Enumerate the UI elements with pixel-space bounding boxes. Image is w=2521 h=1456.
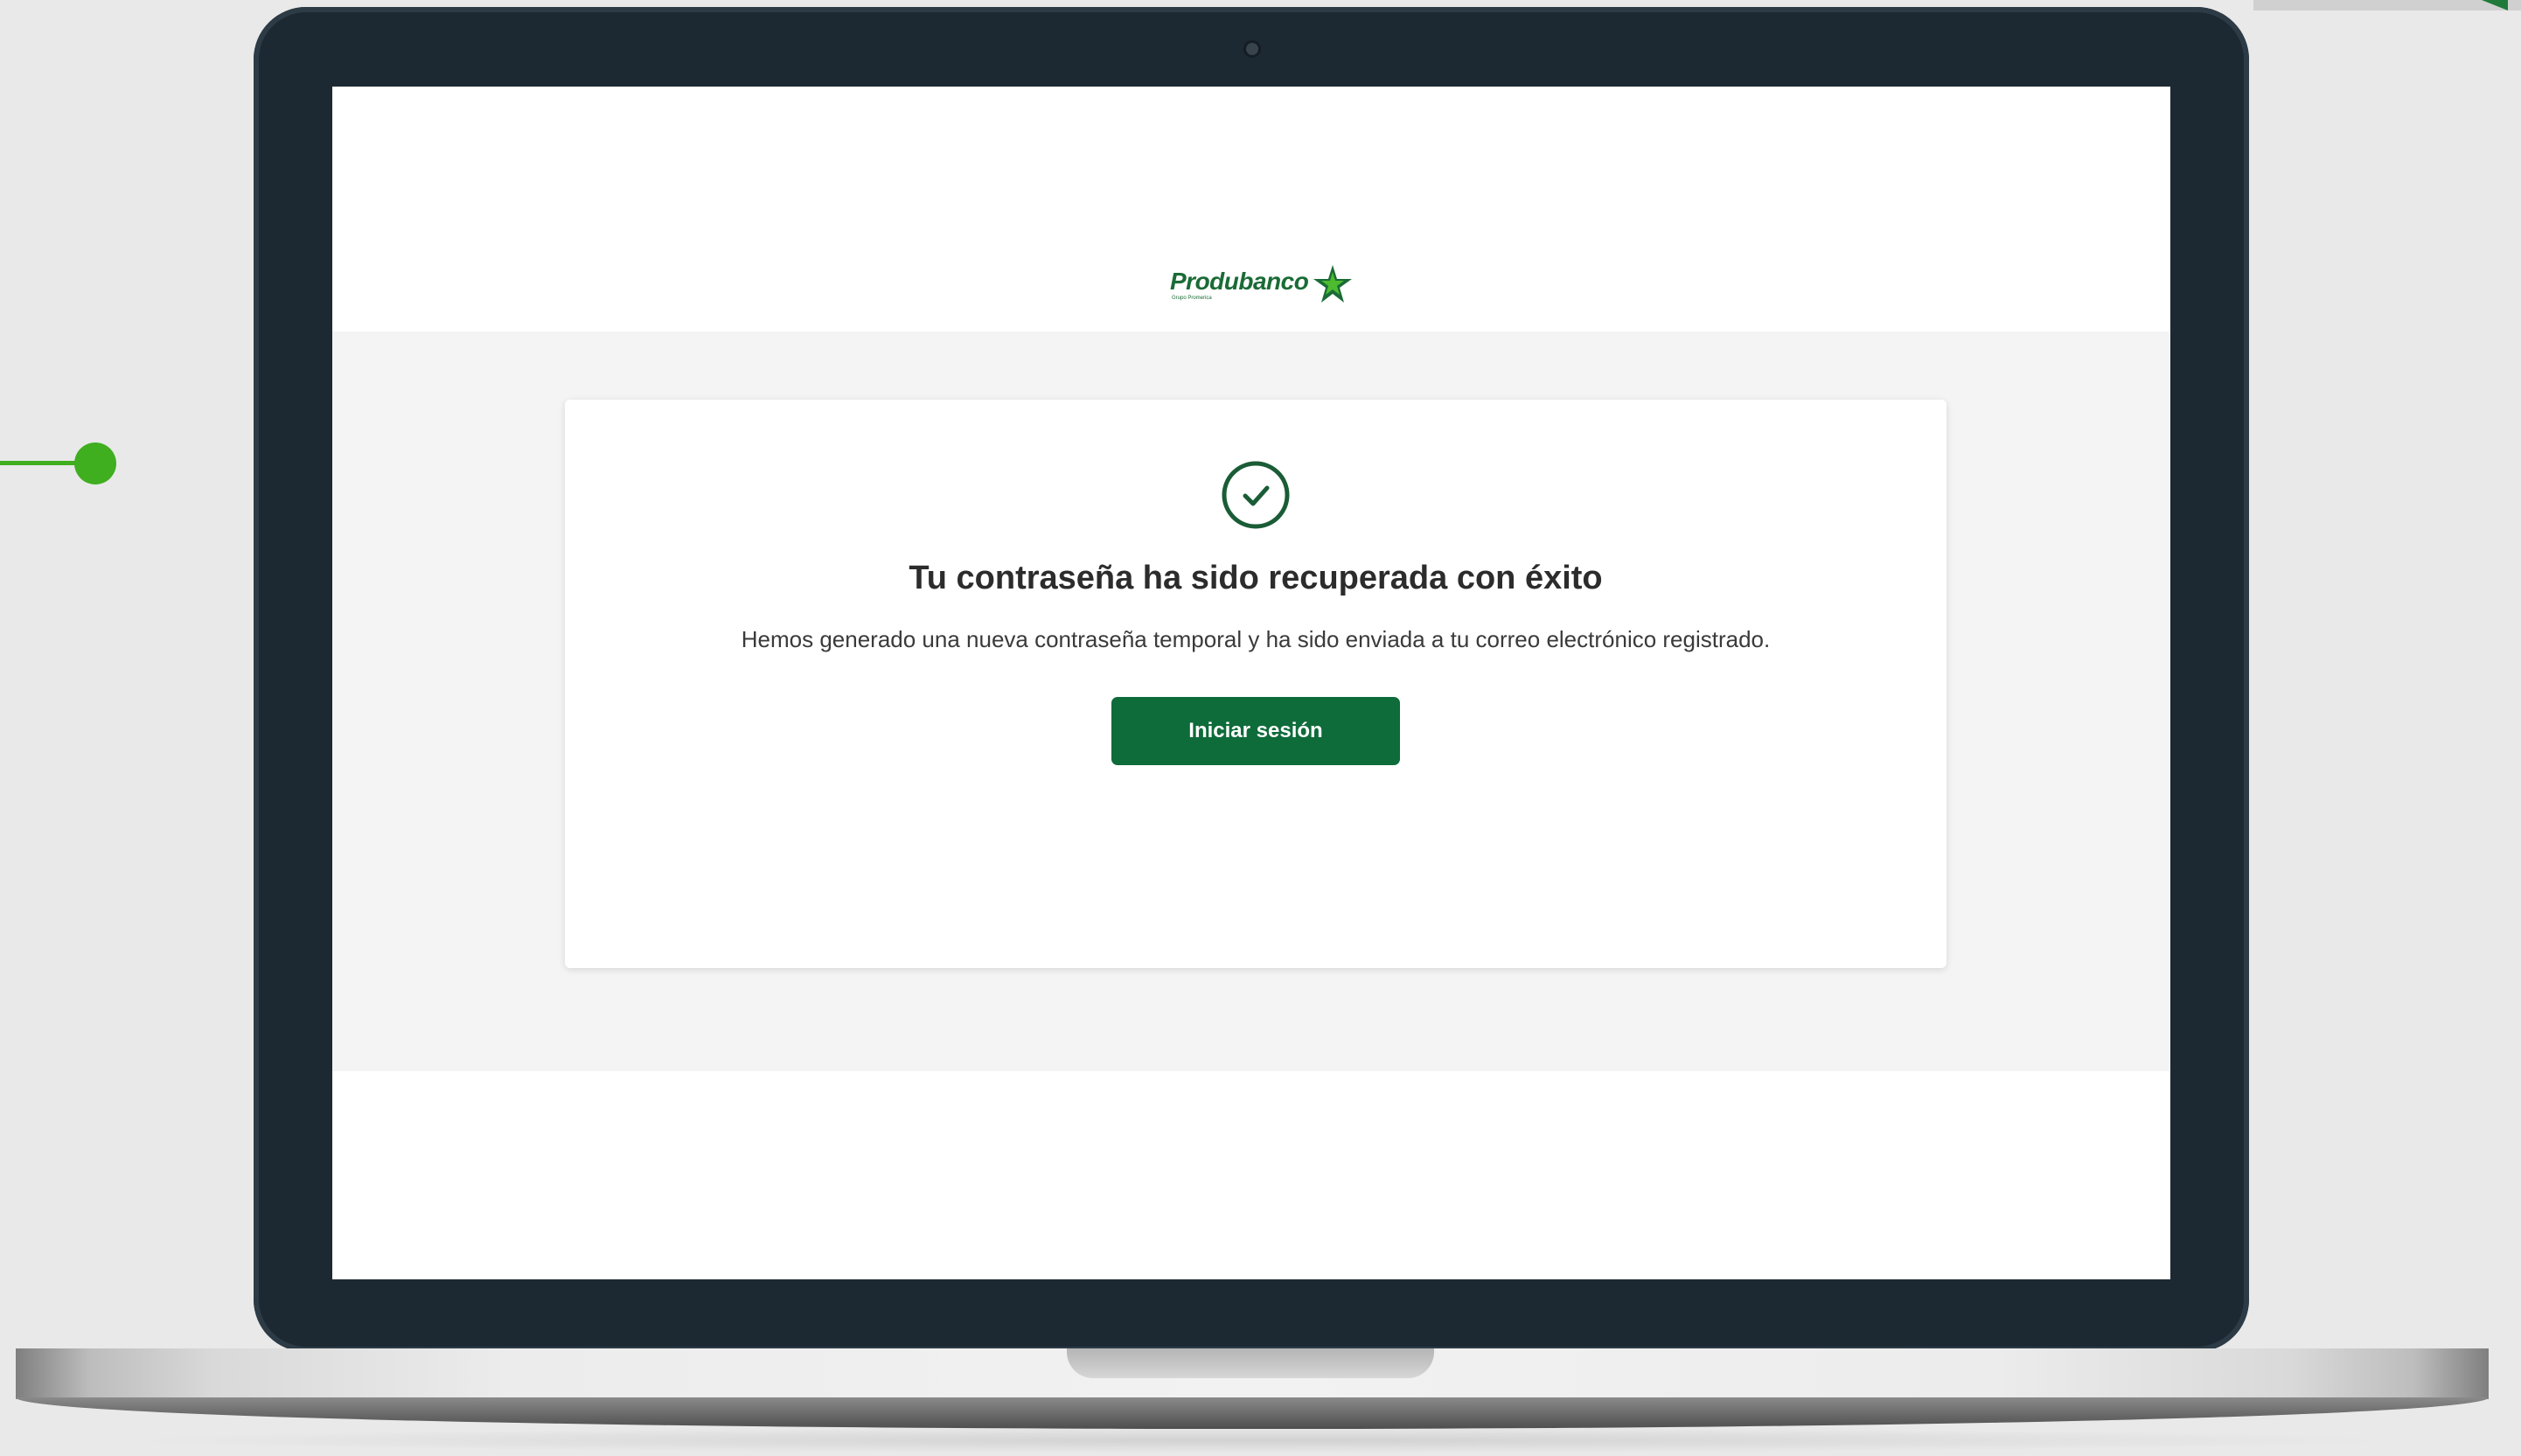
success-title: Tu contraseña ha sido recuperada con éxi… [909, 560, 1603, 596]
app-body: Tu contraseña ha sido recuperada con éxi… [332, 331, 2170, 1071]
connector-dot [74, 442, 116, 484]
logo-name: Produbanco [1170, 268, 1309, 295]
laptop-base-edge [16, 1397, 2489, 1429]
corner-accent [2482, 0, 2508, 10]
app-footer [332, 1071, 2170, 1279]
laptop-notch [1067, 1348, 1434, 1378]
success-card: Tu contraseña ha sido recuperada con éxi… [565, 400, 1946, 968]
connector-line [0, 461, 83, 465]
presentation-stage: Produbanco Grupo Promerica Tu contraseña… [0, 0, 2521, 1456]
logo-tagline: Grupo Promerica [1172, 296, 1212, 301]
app-header: Produbanco Grupo Promerica [332, 87, 2170, 331]
brand-logo[interactable]: Produbanco Grupo Promerica [1170, 265, 1354, 305]
check-circle-icon [1222, 461, 1290, 529]
floor-shadow [105, 1427, 2413, 1453]
logo-wordmark: Produbanco Grupo Promerica [1170, 268, 1309, 302]
laptop-screen: Produbanco Grupo Promerica Tu contraseña… [332, 87, 2170, 1279]
success-message: Hemos generado una nueva contraseña temp… [741, 626, 1771, 652]
star-icon [1313, 265, 1353, 303]
login-button[interactable]: Iniciar sesión [1111, 697, 1400, 765]
webcam-icon [1246, 43, 1258, 55]
